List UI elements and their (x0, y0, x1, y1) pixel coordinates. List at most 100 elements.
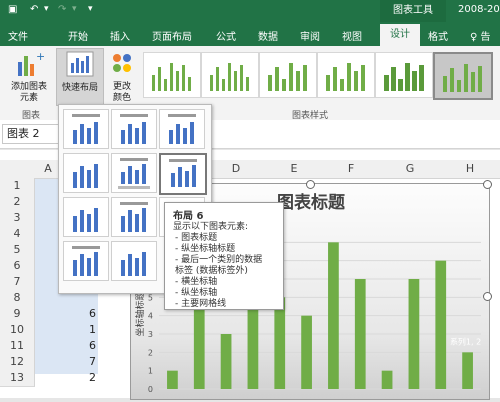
data-label[interactable]: 系列1, 2 (450, 336, 481, 346)
select-all-corner[interactable] (0, 160, 35, 179)
row-header-11[interactable]: 11 (0, 338, 35, 355)
column-header-d[interactable]: D (206, 160, 267, 179)
cell-b9[interactable]: 6 (62, 307, 96, 320)
chart-bar[interactable] (193, 297, 205, 389)
chart-style-3[interactable] (259, 52, 317, 98)
resize-handle-tr[interactable] (483, 180, 492, 189)
chart-bar[interactable] (247, 297, 259, 389)
chart-bar[interactable] (220, 334, 232, 389)
chart-style-2[interactable] (201, 52, 259, 98)
chart-styles-gallery (143, 52, 493, 100)
row-header-12[interactable]: 12 (0, 354, 35, 371)
cell-b11[interactable]: 6 (62, 339, 96, 352)
chart-bar[interactable] (462, 352, 473, 389)
row-header-10[interactable]: 10 (0, 322, 35, 339)
chart-bar[interactable] (354, 279, 366, 389)
row-header-2[interactable]: 2 (0, 194, 35, 211)
ribbon-tab-bar: 文件 开始 插入 页面布局 公式 数据 审阅 视图 设计 格式 ♀ 告 (0, 22, 500, 46)
row-header-8[interactable]: 8 (0, 290, 35, 307)
column-header-e[interactable]: E (266, 160, 323, 179)
chart-bar[interactable] (381, 370, 393, 389)
chart-bar[interactable] (274, 297, 286, 389)
name-box[interactable]: 图表 2 (2, 124, 64, 144)
cell-b10[interactable]: 1 (62, 323, 96, 336)
add-chart-element-label-2: 元素 (19, 93, 38, 103)
tab-insert[interactable]: 插入 (110, 28, 130, 43)
layout-4[interactable] (63, 153, 109, 193)
tell-me-search[interactable]: ♀ 告 (470, 28, 491, 43)
row-header-5[interactable]: 5 (0, 242, 35, 259)
layout-7[interactable] (63, 197, 109, 237)
undo-dropdown-icon[interactable]: ▾ (44, 4, 49, 14)
column-header-h[interactable]: H (440, 160, 500, 179)
layout-8[interactable] (111, 197, 157, 237)
chart-style-4[interactable] (317, 52, 375, 98)
chart-style-5[interactable] (375, 52, 433, 98)
add-chart-element-button[interactable]: + 添加图表 元素 (6, 50, 52, 103)
column-header-f[interactable]: F (322, 160, 381, 179)
title-date-fragment: 2008-20 (458, 4, 500, 15)
tab-data[interactable]: 数据 (258, 28, 278, 43)
tab-page-layout[interactable]: 页面布局 (152, 28, 192, 43)
y-tick-label: 4 (148, 312, 153, 321)
tooltip-item: - 主要网格线 (175, 299, 227, 309)
row-header-9[interactable]: 9 (0, 306, 35, 323)
chart-bar[interactable] (167, 370, 178, 389)
tab-view[interactable]: 视图 (342, 28, 362, 43)
tab-review[interactable]: 审阅 (300, 28, 320, 43)
save-icon[interactable]: ▣ (8, 4, 17, 15)
layout-10[interactable] (63, 241, 109, 281)
tab-formulas[interactable]: 公式 (216, 28, 236, 43)
y-tick-label: 3 (148, 330, 153, 339)
undo-icon[interactable]: ↶ (30, 4, 38, 15)
tab-design[interactable]: 设计 (380, 24, 420, 46)
change-colors-label-1: 更改 (112, 82, 131, 92)
column-header-g[interactable]: G (380, 160, 441, 179)
chart-bar[interactable] (435, 260, 447, 389)
add-chart-element-icon: + (18, 50, 45, 76)
y-tick-label: 5 (148, 293, 153, 302)
cell-b13[interactable]: 2 (62, 371, 96, 384)
chart-tools-context-label: 图表工具 (380, 0, 446, 22)
tab-home[interactable]: 开始 (68, 28, 88, 43)
quick-layout-button[interactable]: 快速布局 (56, 48, 104, 106)
color-palette-icon (113, 54, 131, 72)
redo-dropdown-icon[interactable]: ▾ (72, 4, 77, 14)
y-tick-label: 2 (148, 348, 153, 357)
tab-format[interactable]: 格式 (428, 28, 448, 43)
cell-b12[interactable]: 7 (62, 355, 96, 368)
change-colors-label-2: 颜色 (112, 93, 131, 103)
chart-style-1[interactable] (143, 52, 201, 98)
row-header-6[interactable]: 6 (0, 258, 35, 275)
row-header-3[interactable]: 3 (0, 210, 35, 227)
row-header-1[interactable]: 1 (0, 178, 35, 195)
tooltip-item: - 纵坐标轴标题 (175, 244, 236, 254)
chart-bar[interactable] (408, 279, 420, 389)
row-header-13[interactable]: 13 (0, 370, 35, 387)
y-tick-label: 0 (148, 385, 153, 394)
tooltip-item: - 图表标题 (175, 233, 218, 243)
chart-title[interactable]: 图表标题 (277, 192, 346, 213)
layout-11[interactable] (111, 241, 157, 281)
chart-bar[interactable] (301, 315, 312, 389)
chart-bar[interactable] (328, 242, 339, 389)
chart-style-6[interactable] (433, 52, 493, 100)
layout-5[interactable] (111, 153, 157, 193)
redo-icon[interactable]: ↷ (58, 4, 66, 15)
row-header-4[interactable]: 4 (0, 226, 35, 243)
layout-6[interactable] (159, 153, 207, 195)
layout-tooltip: 布局 6 显示以下图表元素: - 图表标题 - 纵坐标轴标题 - 最后一个类别的… (164, 202, 284, 310)
tooltip-item: - 横坐标轴 (175, 277, 218, 287)
row-header-7[interactable]: 7 (0, 274, 35, 291)
layout-3[interactable] (159, 109, 205, 149)
y-axis-title[interactable]: 坐标轴标题 (134, 291, 146, 336)
change-colors-button[interactable]: 更改 颜色 (104, 50, 140, 103)
quick-layout-label: 快速布局 (61, 83, 98, 93)
resize-handle-t[interactable] (306, 180, 315, 189)
layout-1[interactable] (63, 109, 109, 149)
layout-2[interactable] (111, 109, 157, 149)
customize-qat-icon[interactable]: ▾ (88, 4, 93, 14)
resize-handle-r[interactable] (483, 292, 492, 301)
tab-file[interactable]: 文件 (8, 28, 28, 43)
tooltip-item: 标签 (数据标签外) (175, 266, 248, 276)
